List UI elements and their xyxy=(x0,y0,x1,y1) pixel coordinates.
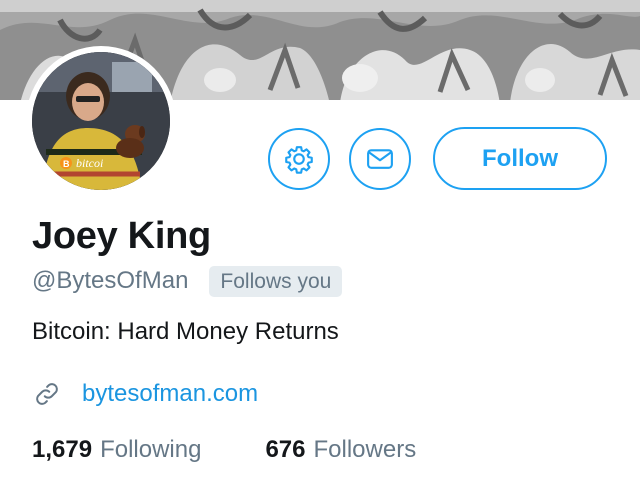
profile-settings-button[interactable] xyxy=(268,128,330,190)
following-count: 1,679 xyxy=(32,436,93,463)
gear-icon xyxy=(285,146,313,174)
envelope-icon xyxy=(367,149,393,169)
profile-avatar[interactable]: B bitcoi xyxy=(26,46,176,196)
direct-message-button[interactable] xyxy=(349,128,411,190)
handle-row: @BytesOfMan Follows you xyxy=(32,264,343,298)
profile-stats: 1,679 Following 676 Followers xyxy=(32,433,416,467)
followers-label: Followers xyxy=(313,436,417,463)
profile-handle: @BytesOfMan xyxy=(32,267,189,294)
profile-bio: Bitcoin: Hard Money Returns xyxy=(32,318,339,345)
profile-website-link[interactable]: bytesofman.com xyxy=(82,377,258,411)
avatar-sweater-text: bitcoi xyxy=(76,156,103,170)
profile-website-row: bytesofman.com xyxy=(32,377,258,411)
follows-you-badge: Follows you xyxy=(209,265,343,297)
following-stat[interactable]: 1,679 Following xyxy=(32,433,201,467)
avatar-illustration: B bitcoi xyxy=(32,52,170,190)
link-icon xyxy=(32,377,66,411)
profile-display-name: Joey King xyxy=(32,215,211,257)
followers-stat[interactable]: 676 Followers xyxy=(265,433,416,467)
avatar-photo: B bitcoi xyxy=(32,52,170,190)
svg-text:B: B xyxy=(63,159,70,169)
follow-button[interactable]: Follow xyxy=(433,127,607,190)
profile-page: B bitcoi Follow Joey King @BytesOfMan Fo… xyxy=(0,0,640,486)
following-label: Following xyxy=(100,436,202,463)
followers-count: 676 xyxy=(265,436,306,463)
